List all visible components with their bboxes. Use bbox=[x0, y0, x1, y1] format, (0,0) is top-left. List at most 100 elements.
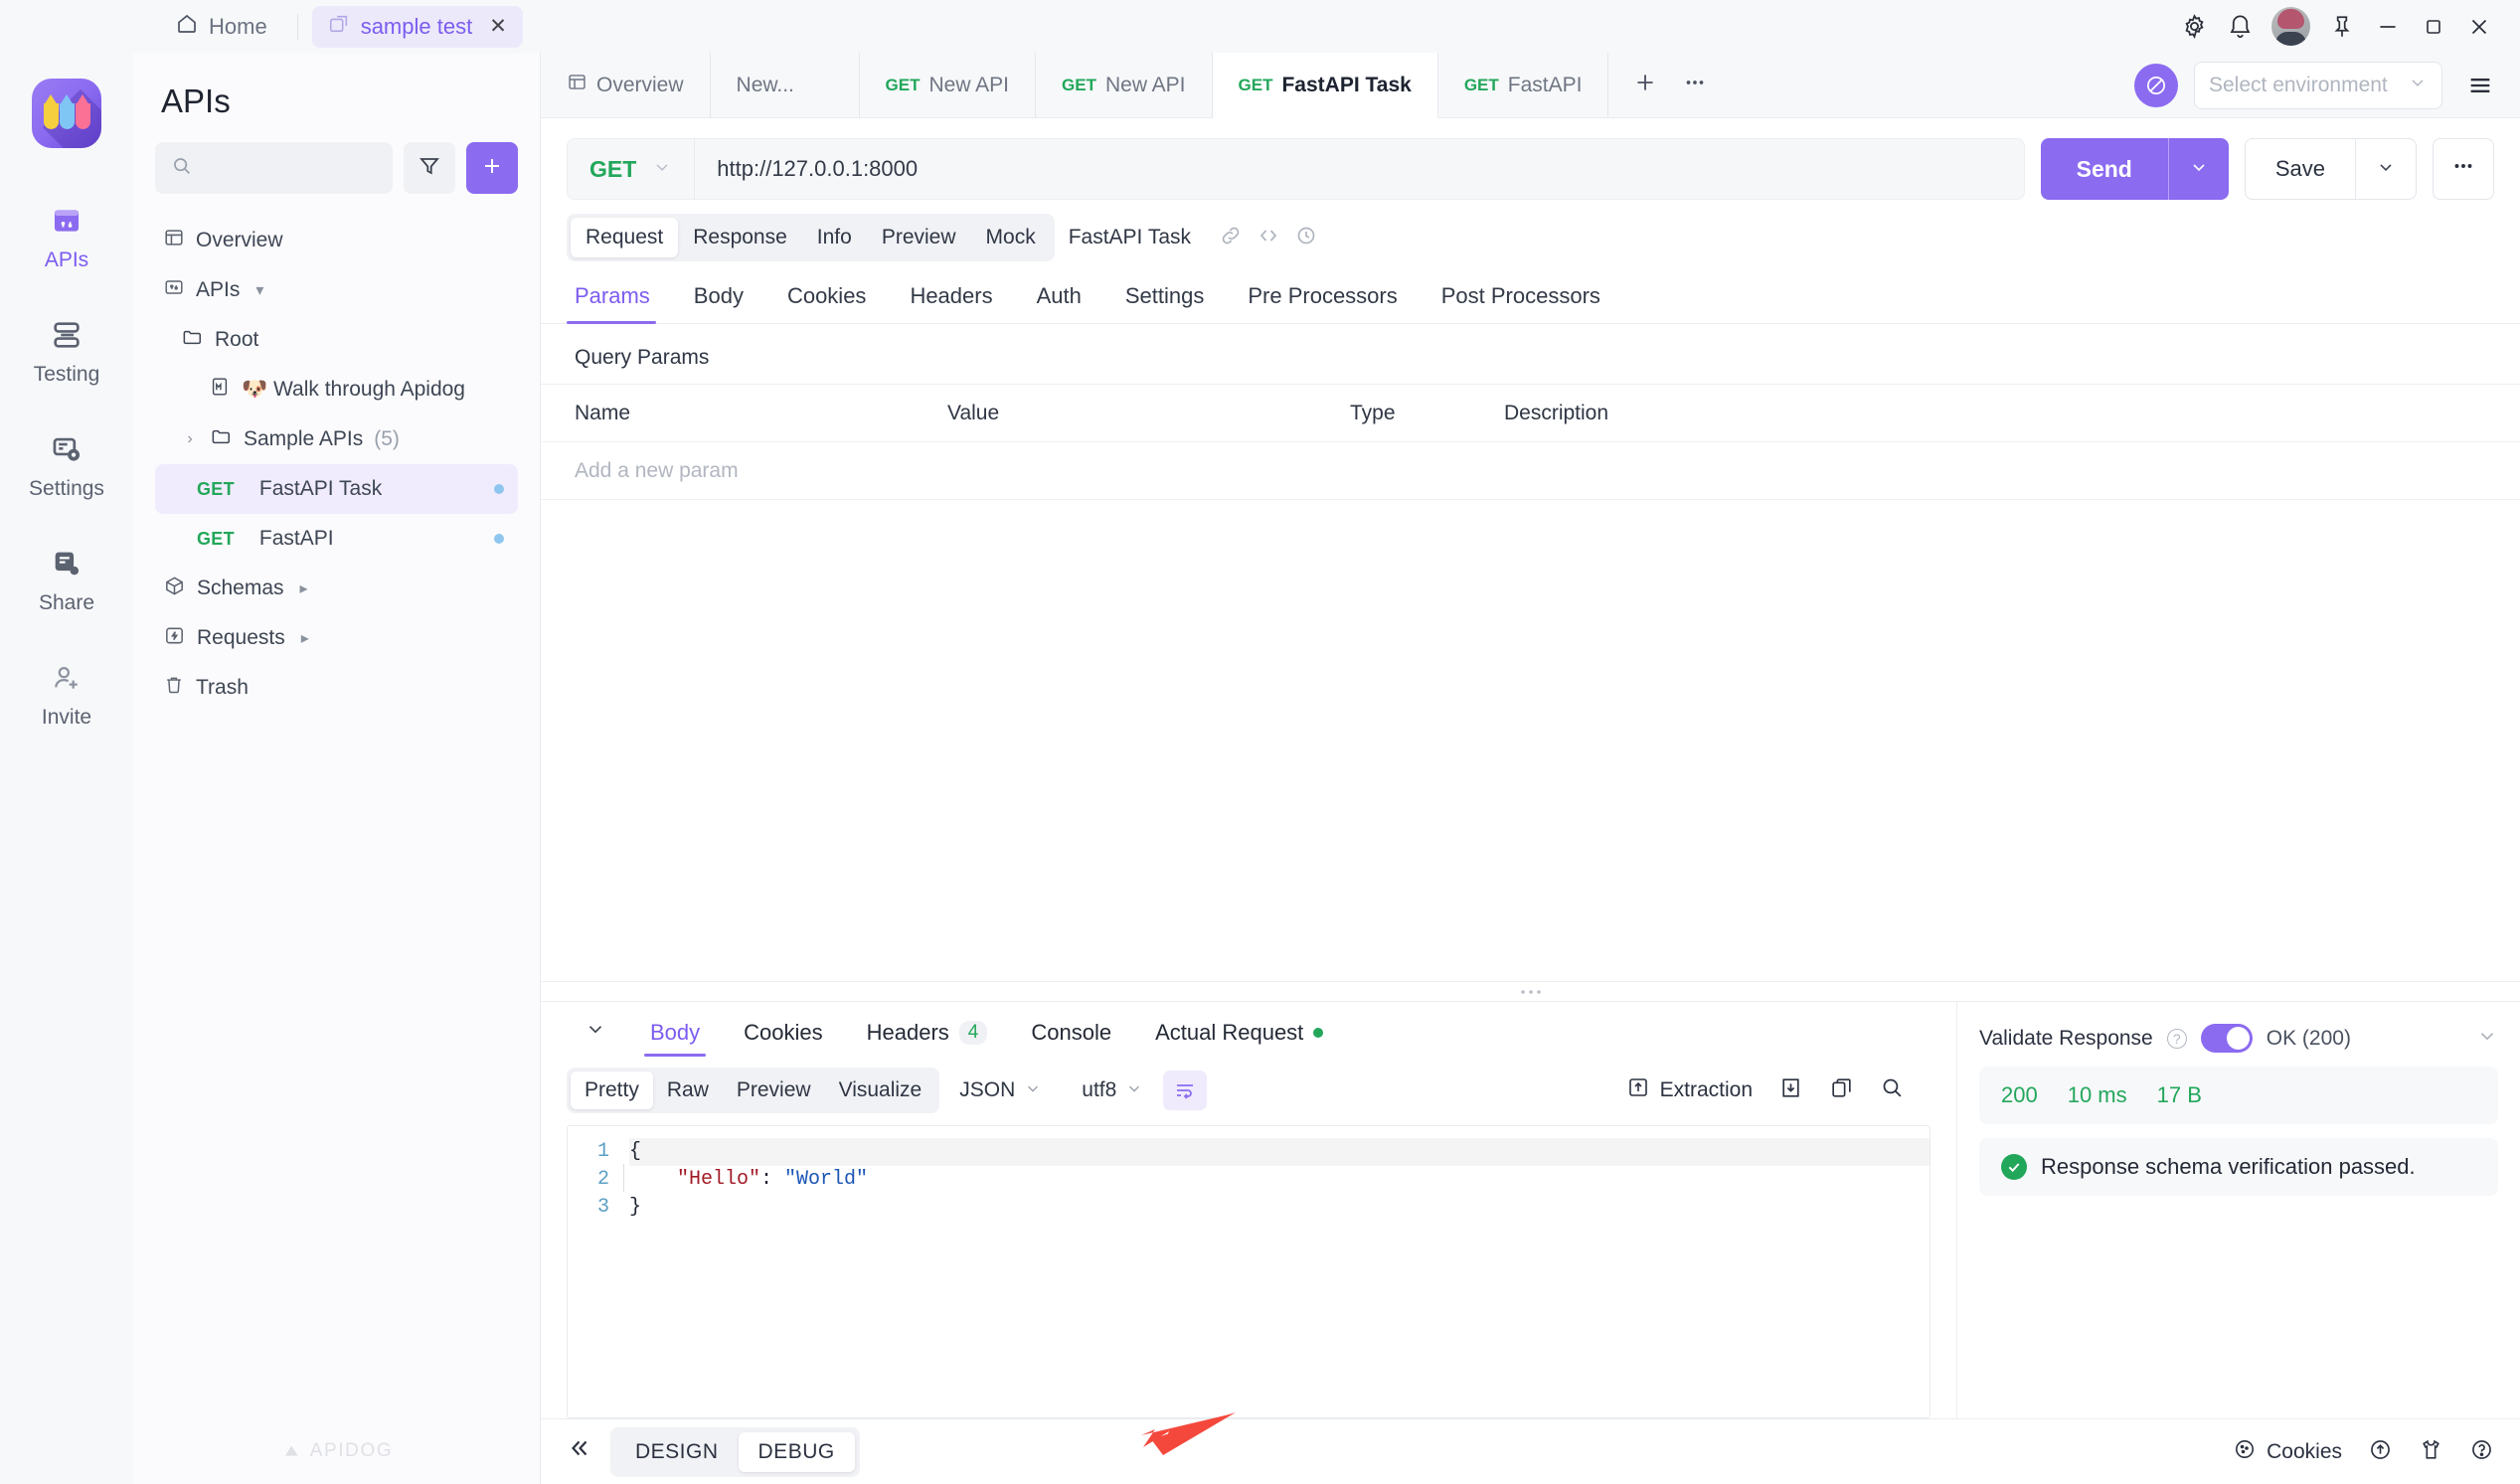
chevron-down-icon[interactable]: ▾ bbox=[251, 280, 268, 300]
tab-post-processors[interactable]: Post Processors bbox=[1420, 283, 1622, 323]
format-pretty[interactable]: Pretty bbox=[571, 1072, 653, 1109]
help-icon[interactable] bbox=[2469, 1437, 2494, 1467]
chevron-double-left-icon[interactable] bbox=[567, 1435, 610, 1468]
tab-fastapi-task[interactable]: GET FastAPI Task bbox=[1212, 53, 1438, 118]
copy-icon[interactable] bbox=[1829, 1075, 1854, 1105]
sidebar-item-apis[interactable]: APIs bbox=[12, 192, 121, 274]
send-dropdown-button[interactable] bbox=[2169, 157, 2229, 182]
search-input[interactable] bbox=[205, 157, 377, 179]
globe-icon[interactable] bbox=[2134, 63, 2178, 107]
tab-pre-processors[interactable]: Pre Processors bbox=[1226, 283, 1419, 323]
sidebar-item-testing[interactable]: Testing bbox=[12, 306, 121, 389]
send-button[interactable]: Send bbox=[2041, 156, 2168, 183]
pill-info[interactable]: Info bbox=[802, 218, 867, 257]
url-input-group[interactable]: GET http://127.0.0.1:8000 bbox=[567, 138, 2025, 200]
close-window-icon[interactable] bbox=[2456, 4, 2502, 50]
url-input[interactable]: http://127.0.0.1:8000 bbox=[695, 156, 939, 182]
tree-item-trash[interactable]: Trash bbox=[155, 663, 518, 713]
mode-design[interactable]: DESIGN bbox=[615, 1432, 739, 1472]
format-raw[interactable]: Raw bbox=[653, 1072, 723, 1109]
tab-settings[interactable]: Settings bbox=[1103, 283, 1227, 323]
tab-fastapi[interactable]: GET FastAPI bbox=[1438, 53, 1609, 117]
pill-mock[interactable]: Mock bbox=[971, 218, 1051, 257]
hamburger-icon[interactable] bbox=[2458, 64, 2502, 107]
tree-item-root[interactable]: Root bbox=[155, 315, 518, 365]
clock-icon[interactable] bbox=[1294, 224, 1318, 252]
bell-icon[interactable] bbox=[2217, 4, 2263, 50]
sidebar-item-settings[interactable]: Settings bbox=[12, 420, 121, 503]
save-dropdown-button[interactable] bbox=[2356, 157, 2416, 182]
chevron-right-icon[interactable]: › bbox=[181, 430, 199, 448]
validate-response-toggle[interactable] bbox=[2200, 1024, 2253, 1053]
request-more-button[interactable] bbox=[2433, 138, 2494, 200]
save-button[interactable]: Save bbox=[2246, 156, 2355, 182]
response-tab-actual-request[interactable]: Actual Request bbox=[1133, 1020, 1345, 1058]
tab-overview[interactable]: Overview bbox=[541, 53, 711, 117]
chevron-right-icon[interactable]: ▸ bbox=[295, 578, 313, 598]
download-icon[interactable] bbox=[1778, 1075, 1803, 1105]
response-tab-headers[interactable]: Headers 4 bbox=[845, 1020, 1010, 1058]
tab-body[interactable]: Body bbox=[672, 283, 765, 323]
pill-response[interactable]: Response bbox=[678, 218, 802, 257]
format-visualize[interactable]: Visualize bbox=[825, 1072, 936, 1109]
environment-select[interactable]: Select environment bbox=[2194, 61, 2442, 109]
filter-button[interactable] bbox=[404, 142, 455, 194]
tree-item-fastapi[interactable]: GET FastAPI bbox=[155, 514, 518, 564]
chevron-right-icon[interactable]: ▸ bbox=[296, 628, 314, 648]
avatar[interactable] bbox=[2271, 7, 2310, 46]
response-tab-cookies[interactable]: Cookies bbox=[722, 1020, 844, 1058]
response-tab-body[interactable]: Body bbox=[628, 1020, 722, 1058]
cookies-button[interactable]: Cookies bbox=[2233, 1437, 2342, 1467]
charset-select[interactable]: utf8 bbox=[1062, 1078, 1163, 1102]
tree-item-walk-through-apidog[interactable]: 🐶 Walk through Apidog bbox=[155, 365, 518, 414]
gear-icon[interactable] bbox=[2171, 4, 2217, 50]
tab-params[interactable]: Params bbox=[567, 283, 672, 324]
sidebar-item-invite[interactable]: Invite bbox=[12, 649, 121, 732]
content-type-select[interactable]: JSON bbox=[939, 1078, 1062, 1102]
table-row-new-param[interactable]: Add a new param bbox=[541, 442, 2520, 500]
method-select[interactable]: GET bbox=[568, 156, 694, 183]
tab-headers[interactable]: Headers bbox=[888, 283, 1014, 323]
tab-new-api-2[interactable]: GET New API bbox=[1036, 53, 1213, 117]
tab-new-api-1[interactable]: GET New API bbox=[860, 53, 1037, 117]
chevron-down-icon[interactable] bbox=[2476, 1025, 2498, 1053]
new-tab-button[interactable] bbox=[1622, 63, 1668, 108]
upload-circle-icon[interactable] bbox=[2368, 1437, 2393, 1467]
close-icon[interactable]: ✕ bbox=[489, 14, 507, 39]
send-button-group[interactable]: Send bbox=[2040, 138, 2229, 200]
help-icon[interactable]: ? bbox=[2166, 1028, 2187, 1049]
pin-icon[interactable] bbox=[2319, 4, 2365, 50]
add-api-button[interactable] bbox=[466, 142, 518, 194]
tab-cookies[interactable]: Cookies bbox=[765, 283, 888, 323]
response-code-viewer[interactable]: 1 2 3 { "Hello": "World" } bbox=[567, 1125, 1931, 1418]
tab-more-button[interactable] bbox=[1672, 63, 1718, 108]
tree-item-sample-apis[interactable]: › Sample APIs (5) bbox=[155, 414, 518, 464]
code-icon[interactable] bbox=[1257, 224, 1280, 252]
search-input-wrapper[interactable] bbox=[155, 142, 393, 194]
extraction-button[interactable]: Extraction bbox=[1626, 1075, 1753, 1105]
search-icon[interactable] bbox=[1880, 1075, 1905, 1105]
tree-item-apis[interactable]: APIs ▾ bbox=[155, 265, 518, 315]
save-button-group[interactable]: Save bbox=[2244, 138, 2417, 200]
response-collapse-button[interactable] bbox=[563, 1018, 628, 1058]
tab-auth[interactable]: Auth bbox=[1015, 283, 1103, 323]
tab-new[interactable]: New... bbox=[711, 53, 860, 117]
shirt-icon[interactable] bbox=[2419, 1437, 2443, 1467]
minimize-icon[interactable] bbox=[2365, 4, 2411, 50]
tree-item-requests[interactable]: Requests ▸ bbox=[155, 613, 518, 663]
mode-debug[interactable]: DEBUG bbox=[738, 1431, 855, 1472]
link-icon[interactable] bbox=[1219, 224, 1243, 252]
format-preview[interactable]: Preview bbox=[723, 1072, 825, 1109]
maximize-icon[interactable] bbox=[2411, 4, 2456, 50]
window-tab-sample-test[interactable]: sample test ✕ bbox=[311, 5, 523, 48]
wrap-text-icon[interactable] bbox=[1163, 1071, 1208, 1110]
response-tab-console[interactable]: Console bbox=[1009, 1020, 1133, 1058]
pill-request[interactable]: Request bbox=[571, 218, 679, 257]
home-button[interactable]: Home bbox=[159, 5, 283, 49]
tree-item-fastapi-task[interactable]: GET FastAPI Task bbox=[155, 464, 518, 514]
sidebar-item-share[interactable]: Share bbox=[12, 535, 121, 617]
panel-splitter[interactable] bbox=[541, 981, 2520, 1001]
pill-preview[interactable]: Preview bbox=[867, 218, 971, 257]
tree-item-schemas[interactable]: Schemas ▸ bbox=[155, 564, 518, 613]
tree-item-overview[interactable]: Overview bbox=[155, 216, 518, 265]
